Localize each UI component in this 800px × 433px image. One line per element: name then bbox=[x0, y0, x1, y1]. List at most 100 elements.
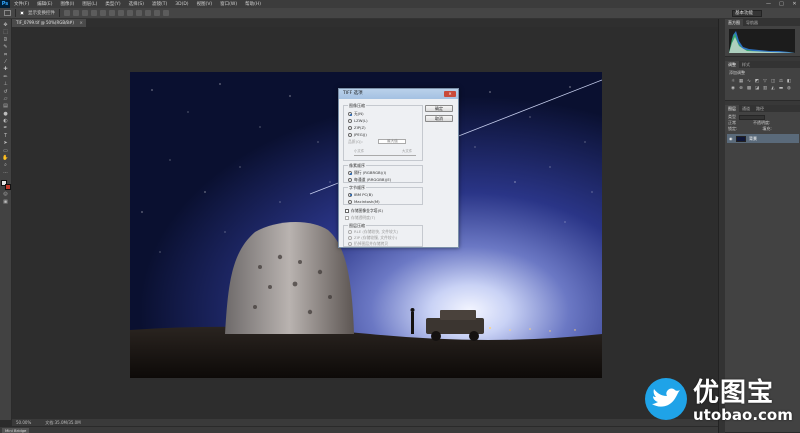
workspace-select[interactable]: 基本功能 bbox=[732, 10, 762, 17]
maximize-button[interactable]: □ bbox=[778, 1, 785, 7]
radio-button[interactable] bbox=[348, 178, 352, 182]
radio-button[interactable] bbox=[348, 132, 352, 137]
quality-slider[interactable] bbox=[354, 155, 416, 156]
radio-button[interactable] bbox=[348, 199, 352, 204]
radio-button[interactable] bbox=[348, 236, 352, 240]
save-transparency-option[interactable]: 存储透明度(T) bbox=[345, 215, 375, 221]
align-top-icon[interactable] bbox=[64, 10, 70, 16]
compression-zip-option[interactable]: ZIP(Z) bbox=[348, 125, 366, 130]
radio-button[interactable] bbox=[348, 192, 352, 197]
pixel-order-interleaved-option[interactable]: 隔行 (RGBRGB)(I) bbox=[348, 170, 386, 176]
zoom-level[interactable]: 50.00% bbox=[16, 420, 31, 425]
hand-tool-icon[interactable]: ✋ bbox=[2, 155, 10, 161]
menu-image[interactable]: 图像(I) bbox=[56, 1, 78, 7]
threshold-icon[interactable]: ◭ bbox=[770, 86, 776, 91]
marquee-tool-icon[interactable]: ⬚ bbox=[2, 29, 10, 35]
tab-paths[interactable]: 路径 bbox=[753, 105, 767, 112]
menu-filter[interactable]: 滤镜(T) bbox=[148, 1, 171, 7]
tab-layers[interactable]: 图层 bbox=[725, 105, 739, 112]
channel-mixer-icon[interactable]: ⊕ bbox=[738, 86, 744, 91]
radio-button[interactable] bbox=[348, 112, 352, 116]
vibrance-icon[interactable]: ▽ bbox=[762, 79, 768, 84]
black-white-icon[interactable]: ◧ bbox=[786, 79, 792, 84]
save-pyramid-option[interactable]: 存储图像金字塔(S) bbox=[345, 208, 383, 214]
menu-window[interactable]: 窗口(W) bbox=[216, 1, 241, 7]
ok-button[interactable]: 确定 bbox=[425, 105, 453, 112]
checkbox[interactable] bbox=[345, 209, 349, 213]
zoom-tool-icon[interactable]: ⌕ bbox=[2, 162, 10, 168]
align-hcenter-icon[interactable] bbox=[100, 10, 106, 16]
radio-button[interactable] bbox=[348, 242, 352, 246]
quick-select-tool-icon[interactable]: ✎ bbox=[2, 44, 10, 50]
eyedropper-tool-icon[interactable]: ⁄ bbox=[2, 59, 10, 65]
distribute-hcenter-icon[interactable] bbox=[154, 10, 160, 16]
menu-type[interactable]: 类型(Y) bbox=[101, 1, 124, 7]
brush-tool-icon[interactable]: ✏ bbox=[2, 74, 10, 80]
menu-select[interactable]: 选择(S) bbox=[125, 1, 148, 7]
hue-saturation-icon[interactable]: ◫ bbox=[770, 79, 776, 84]
layer-background[interactable]: ◉ 背景 bbox=[727, 134, 799, 143]
close-tab-icon[interactable]: × bbox=[80, 19, 83, 27]
screen-mode-icon[interactable]: ▣ bbox=[2, 199, 10, 205]
eraser-tool-icon[interactable]: ▱ bbox=[2, 96, 10, 102]
checkbox[interactable] bbox=[345, 216, 349, 220]
healing-brush-tool-icon[interactable]: ✚ bbox=[2, 66, 10, 72]
close-window-button[interactable]: ✕ bbox=[791, 1, 798, 7]
distribute-vcenter-icon[interactable] bbox=[127, 10, 133, 16]
canvas-area[interactable]: TIFF 选项 ✕ 确定 取消 图像压缩 无(N) LZW(L) ZIP(Z) … bbox=[12, 27, 718, 419]
layer-kind-select[interactable] bbox=[739, 114, 765, 120]
compression-none-option[interactable]: 无(N) bbox=[348, 111, 364, 117]
menu-layer[interactable]: 图层(L) bbox=[78, 1, 101, 7]
byte-order-ibm-option[interactable]: IBM PC(B) bbox=[348, 192, 373, 197]
tab-navigator[interactable]: 导航器 bbox=[743, 19, 761, 26]
color-lookup-icon[interactable]: ▩ bbox=[746, 86, 752, 91]
background-color-swatch[interactable] bbox=[4, 184, 11, 191]
tab-channels[interactable]: 通道 bbox=[739, 105, 753, 112]
align-vcenter-icon[interactable] bbox=[73, 10, 79, 16]
menu-edit[interactable]: 编辑(E) bbox=[33, 1, 56, 7]
color-balance-icon[interactable]: ⚖ bbox=[778, 79, 784, 84]
type-tool-icon[interactable]: T bbox=[2, 133, 10, 139]
more-tools-icon[interactable]: ··· bbox=[2, 170, 10, 176]
shape-tool-icon[interactable]: ▭ bbox=[2, 148, 10, 154]
selective-color-icon[interactable]: ◍ bbox=[786, 86, 792, 91]
radio-button[interactable] bbox=[348, 125, 352, 130]
menu-3d[interactable]: 3D(D) bbox=[171, 2, 192, 7]
clone-stamp-tool-icon[interactable]: ⊥ bbox=[2, 81, 10, 87]
posterize-icon[interactable]: ▥ bbox=[762, 86, 768, 91]
blur-tool-icon[interactable]: ● bbox=[2, 111, 10, 117]
align-right-icon[interactable] bbox=[109, 10, 115, 16]
pen-tool-icon[interactable]: ✒ bbox=[2, 125, 10, 131]
radio-button[interactable] bbox=[348, 230, 352, 234]
distribute-bottom-icon[interactable] bbox=[136, 10, 142, 16]
byte-order-mac-option[interactable]: Macintosh(M) bbox=[348, 199, 380, 204]
gradient-map-icon[interactable]: ▬ bbox=[778, 86, 784, 91]
history-brush-tool-icon[interactable]: ↺ bbox=[2, 89, 10, 95]
compression-lzw-option[interactable]: LZW(L) bbox=[348, 118, 368, 123]
cancel-button[interactable]: 取消 bbox=[425, 115, 453, 122]
tab-styles[interactable]: 样式 bbox=[739, 61, 753, 68]
quality-select[interactable]: 最大值 bbox=[378, 139, 406, 144]
align-bottom-icon[interactable] bbox=[82, 10, 88, 16]
menu-help[interactable]: 帮助(H) bbox=[241, 1, 265, 7]
pixel-order-per-channel-option[interactable]: 每通道 (RRGGBB)(E) bbox=[348, 177, 391, 183]
tab-adjustments[interactable]: 调整 bbox=[725, 61, 739, 68]
eye-icon[interactable]: ◉ bbox=[729, 136, 733, 141]
gradient-tool-icon[interactable]: ▤ bbox=[2, 103, 10, 109]
mini-bridge-tab[interactable]: Mini Bridge bbox=[2, 428, 30, 433]
menu-view[interactable]: 视图(V) bbox=[193, 1, 217, 7]
exposure-icon[interactable]: ◩ bbox=[754, 79, 760, 84]
move-tool-icon[interactable] bbox=[4, 10, 11, 16]
quick-mask-icon[interactable]: ◎ bbox=[2, 191, 10, 197]
dodge-tool-icon[interactable]: ◐ bbox=[2, 118, 10, 124]
minimize-button[interactable]: — bbox=[765, 1, 772, 7]
dialog-close-button[interactable]: ✕ bbox=[444, 91, 456, 97]
invert-icon[interactable]: ◪ bbox=[754, 86, 760, 91]
tab-histogram[interactable]: 直方图 bbox=[725, 19, 743, 26]
distribute-right-icon[interactable] bbox=[163, 10, 169, 16]
radio-button[interactable] bbox=[348, 171, 352, 175]
distribute-left-icon[interactable] bbox=[145, 10, 151, 16]
crop-tool-icon[interactable]: ⌗ bbox=[2, 52, 10, 58]
document-tab[interactable]: TIF_0799.tif @ 50%(RGB/8#) × bbox=[12, 19, 86, 27]
distribute-top-icon[interactable] bbox=[118, 10, 124, 16]
